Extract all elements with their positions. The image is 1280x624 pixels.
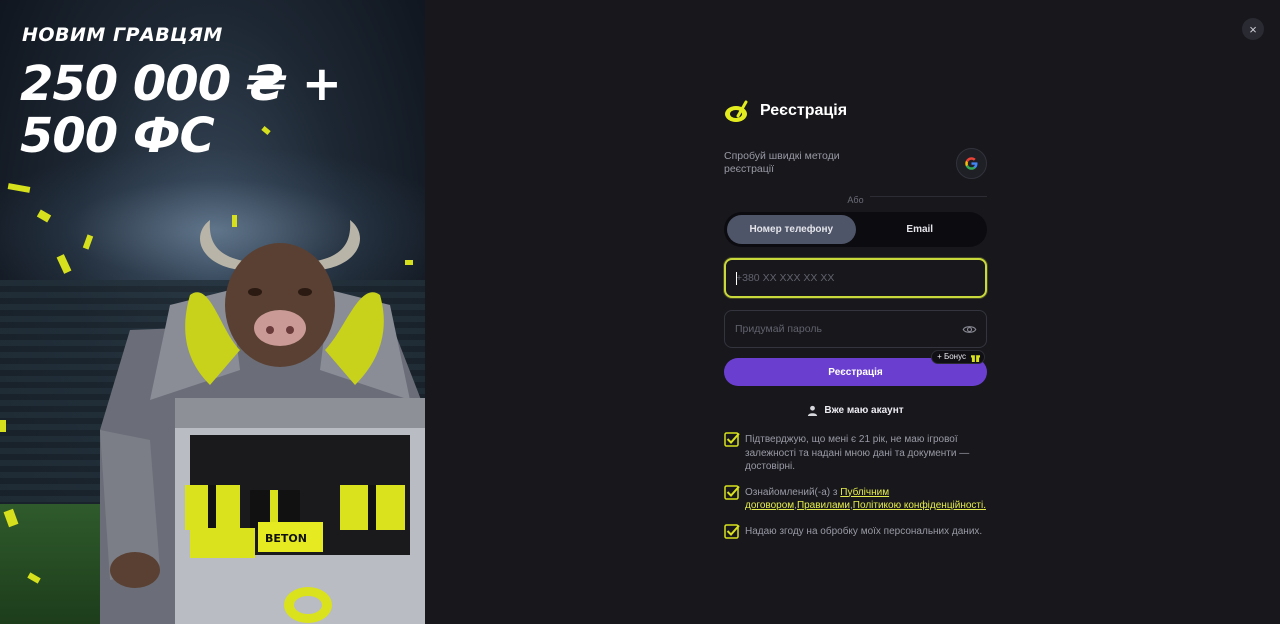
promo-freespins: 500 ФС xyxy=(20,108,215,164)
consent-terms-prefix: Ознайомлений(-а) з xyxy=(745,486,841,498)
consent-data-text: Надаю згоду на обробку моїх персональних… xyxy=(745,525,983,537)
consent-age-text: Підтверджую, що мені є 21 рік, не маю іг… xyxy=(745,434,970,472)
promo-panel: BETON НОВИМ ГРАВЦЯМ 250 000 ₴ + 500 ФС xyxy=(0,0,425,624)
text-caret xyxy=(736,272,737,285)
rules-link[interactable]: Правилами xyxy=(797,500,850,511)
checkbox-data[interactable] xyxy=(724,523,740,539)
confetti xyxy=(0,420,6,432)
submit-wrap: Реєстрація + Бонус xyxy=(724,350,987,386)
divider-line xyxy=(869,196,987,197)
registration-modal: BETON НОВИМ ГРАВЦЯМ 250 000 ₴ + 500 ФС ×… xyxy=(0,0,1280,624)
have-account-link[interactable]: Вже маю акаунт xyxy=(724,403,987,417)
promo-title: НОВИМ ГРАВЦЯМ xyxy=(22,24,223,46)
phone-input[interactable] xyxy=(736,272,975,284)
user-icon xyxy=(808,405,818,416)
privacy-policy-link[interactable]: Політикою конфіденційності. xyxy=(853,500,986,511)
gift-icon xyxy=(971,355,980,362)
or-divider: Або xyxy=(724,190,987,205)
page-title: Реєстрація xyxy=(760,102,848,119)
consent-age: Підтверджую, що мені є 21 рік, не маю іг… xyxy=(724,431,987,474)
password-input[interactable] xyxy=(735,323,976,335)
google-icon xyxy=(965,157,978,170)
close-icon: × xyxy=(1249,21,1257,37)
form-header: Реєстрація xyxy=(724,96,987,126)
bull-warrior-illustration: BETON xyxy=(100,220,425,624)
phone-field[interactable] xyxy=(724,258,987,298)
tab-phone[interactable]: Номер телефону xyxy=(727,215,856,244)
eye-icon[interactable] xyxy=(962,322,977,337)
brand-logo-icon xyxy=(725,100,748,122)
consent-data: Надаю згоду на обробку моїх персональних… xyxy=(724,523,987,539)
or-text: Або xyxy=(841,195,870,205)
google-signin-button[interactable] xyxy=(956,148,987,179)
registration-form: Реєстрація Спробуй швидкі методи реєстра… xyxy=(724,96,987,551)
chest-brand-text: BETON xyxy=(265,532,307,545)
bonus-badge: + Бонус xyxy=(931,350,985,364)
signup-method-tabs: Номер телефону Email xyxy=(724,212,987,247)
tab-email[interactable]: Email xyxy=(856,215,985,244)
consents-list: Підтверджую, що мені є 21 рік, не маю іг… xyxy=(724,431,987,539)
confetti xyxy=(261,126,271,135)
consent-terms-text: Ознайомлений(-а) з Публічним договором,П… xyxy=(745,486,987,512)
consent-terms: Ознайомлений(-а) з Публічним договором,П… xyxy=(724,484,987,513)
checkbox-terms[interactable] xyxy=(724,484,740,500)
quick-methods: Спробуй швидкі методи реєстрації xyxy=(724,148,987,184)
bonus-label: + Бонус xyxy=(937,352,966,361)
close-button[interactable]: × xyxy=(1242,18,1264,40)
checkbox-age[interactable] xyxy=(724,431,740,447)
promo-amount: 250 000 ₴ + xyxy=(20,56,342,112)
password-field[interactable] xyxy=(724,310,987,348)
quick-methods-text: Спробуй швидкі методи реєстрації xyxy=(724,150,840,175)
have-account-label: Вже маю акаунт xyxy=(824,404,904,416)
